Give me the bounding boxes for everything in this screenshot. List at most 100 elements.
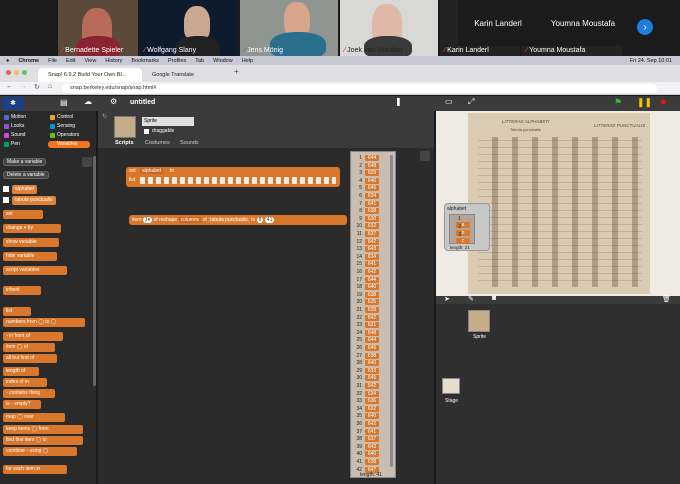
block-index-of[interactable]: index of in xyxy=(3,378,47,387)
menu-window[interactable]: Window xyxy=(213,58,233,64)
menu-tab[interactable]: Tab xyxy=(195,58,204,64)
tab-costumes[interactable]: Costumes xyxy=(145,140,170,146)
var-alphabet[interactable]: alphabet xyxy=(12,185,38,194)
new-tab-button[interactable]: + xyxy=(234,67,239,76)
address-bar[interactable]: snap.berkeley.edu/snap/snap.html# xyxy=(62,84,657,93)
menu-bookmarks[interactable]: Bookmarks xyxy=(131,58,159,64)
menu-chrome[interactable]: Chrome xyxy=(18,58,39,64)
category-sensing[interactable]: Sensing xyxy=(48,123,90,130)
close-window-icon[interactable] xyxy=(6,70,11,75)
stage[interactable]: LITTERAE ALPHABETI LITTERAE PUNCTUALIS T… xyxy=(436,111,680,296)
block-length-of[interactable]: length of xyxy=(3,367,39,376)
var-tabula-punctualis[interactable]: tabula punctualis xyxy=(12,196,56,205)
participant-tile[interactable]: ⁄ Bernadette Spieler xyxy=(58,0,138,56)
block-numbers-from[interactable]: numbers from ◯ to ◯ xyxy=(3,318,85,327)
corral-stage-thumb[interactable] xyxy=(442,378,460,394)
block-combine[interactable]: combine ▫ using ◯ xyxy=(3,447,77,456)
next-page-button[interactable]: › xyxy=(637,19,653,35)
cloud-icon[interactable]: ☁ xyxy=(84,97,92,106)
search-icon[interactable] xyxy=(82,157,92,167)
tab-sounds[interactable]: Sounds xyxy=(180,140,199,146)
set-var-name[interactable]: alphabet xyxy=(140,168,164,174)
category-looks[interactable]: Looks xyxy=(2,123,44,130)
item-reshape-script[interactable]: item 1▾ of reshape columns of tabula pun… xyxy=(129,215,347,225)
category-variables[interactable]: Variables xyxy=(48,141,90,148)
maximize-window-icon[interactable] xyxy=(22,70,27,75)
participant-tile[interactable]: ⁄ Joek van Montfort xyxy=(340,0,438,56)
block-contains[interactable]: ▫ contains thing xyxy=(3,389,55,398)
tab-snap[interactable]: Snap! 6.9.2 Build Your Own Bl... xyxy=(38,68,142,82)
footprints-icon[interactable]: ❚ xyxy=(395,97,402,106)
watcher-list[interactable]: 1a 2b 3c xyxy=(449,214,475,244)
rotate-icon[interactable]: ↻ xyxy=(102,113,107,120)
make-variable-button[interactable]: Make a variable xyxy=(3,158,47,166)
script-area[interactable]: Sprite draggable Scripts Costumes Sounds… xyxy=(98,111,434,484)
menu-profiles[interactable]: Profiles xyxy=(168,58,186,64)
checkbox-tabula[interactable] xyxy=(3,197,9,203)
palette-scrollbar[interactable] xyxy=(93,156,96,386)
paintbrush-icon[interactable]: ✎ xyxy=(468,295,474,303)
tab-google-translate[interactable]: Google Translate xyxy=(142,68,230,82)
block-keep-items[interactable]: keep items ◯ from xyxy=(3,425,83,434)
block-inherit[interactable]: inherit xyxy=(3,286,41,295)
gear-icon[interactable]: ⚙ xyxy=(110,97,117,106)
menu-view[interactable]: View xyxy=(84,58,96,64)
corral-sprite-thumb[interactable] xyxy=(468,310,490,332)
category-motion[interactable]: Motion xyxy=(2,114,44,121)
block-change[interactable]: change ▾ by xyxy=(3,224,61,233)
participant-tile[interactable]: ⁄ Wolfgang Slany xyxy=(140,0,238,56)
delete-variable-button[interactable]: Delete a variable xyxy=(3,171,49,179)
block-find-first-item[interactable]: find first item ◯ in xyxy=(3,436,83,445)
block-list[interactable]: list xyxy=(3,307,31,316)
sprite-name-field[interactable]: Sprite xyxy=(142,117,194,126)
columns-block[interactable]: columns xyxy=(178,217,202,223)
sprite-thumbnail[interactable] xyxy=(114,116,136,138)
minimize-window-icon[interactable] xyxy=(14,70,19,75)
item-index-slot[interactable]: 1▾ xyxy=(142,217,153,223)
block-set[interactable]: set xyxy=(3,210,43,219)
menu-file[interactable]: File xyxy=(48,58,57,64)
block-hide-variable[interactable]: hide variable xyxy=(3,252,57,261)
snap-logo[interactable]: ✱ xyxy=(2,97,24,110)
alphabet-watcher[interactable]: alphabet 1a 2b 3c length: 21 xyxy=(444,203,490,251)
menu-edit[interactable]: Edit xyxy=(66,58,75,64)
stage-size-icon[interactable]: ▭ xyxy=(445,97,453,106)
reload-icon[interactable]: ↻ xyxy=(34,83,40,91)
block-for-each[interactable]: for each item in xyxy=(3,465,67,474)
camera-icon[interactable]: ◙ xyxy=(492,295,496,302)
fullscreen-icon[interactable]: ⤢ xyxy=(468,97,474,107)
block-script-variables[interactable]: script variables xyxy=(3,266,67,275)
green-flag-icon[interactable]: ⚑ xyxy=(614,97,622,108)
dim-a[interactable]: 8 xyxy=(256,217,264,223)
block-item-of[interactable]: item ◯ of xyxy=(3,343,55,352)
trash-icon[interactable]: 🗑 xyxy=(662,295,671,303)
menu-history[interactable]: History xyxy=(105,58,122,64)
category-operators[interactable]: Operators xyxy=(48,132,90,139)
back-icon[interactable]: ← xyxy=(6,83,13,90)
file-icon[interactable]: ▤ xyxy=(60,98,68,107)
category-pen[interactable]: Pen xyxy=(2,141,44,148)
dim-b[interactable]: 41 xyxy=(264,217,275,223)
home-icon[interactable]: ⌂ xyxy=(48,83,52,90)
apple-icon[interactable]: ● xyxy=(6,58,9,64)
stop-icon[interactable]: ● xyxy=(660,96,667,108)
checkbox-alphabet[interactable] xyxy=(3,186,9,192)
arrow-icon[interactable]: ➤ xyxy=(444,295,450,303)
list-slots[interactable] xyxy=(140,177,336,184)
set-alphabet-script[interactable]: set alphabet to list xyxy=(126,167,340,187)
list-scrollbar[interactable] xyxy=(390,155,393,467)
category-sound[interactable]: Sound xyxy=(2,132,44,139)
participant-tile[interactable]: ⁄ Jens Mönig xyxy=(240,0,338,56)
block-in-front-of[interactable]: ▫ in front of xyxy=(3,332,63,341)
tabula-var[interactable]: tabula punctualis xyxy=(208,217,250,223)
draggable-checkbox[interactable] xyxy=(144,129,149,134)
category-control[interactable]: Control xyxy=(48,114,90,121)
block-show-variable[interactable]: show variable xyxy=(3,238,59,247)
block-all-but-first[interactable]: all but first of xyxy=(3,354,57,363)
block-is-empty[interactable]: is ▫ empty? xyxy=(3,400,41,409)
keyboard-icon[interactable] xyxy=(420,151,430,161)
forward-icon[interactable]: → xyxy=(20,83,27,90)
pause-icon[interactable]: ❚❚ xyxy=(637,97,652,108)
menu-help[interactable]: Help xyxy=(242,58,253,64)
block-map[interactable]: map ◯ over xyxy=(3,413,65,422)
